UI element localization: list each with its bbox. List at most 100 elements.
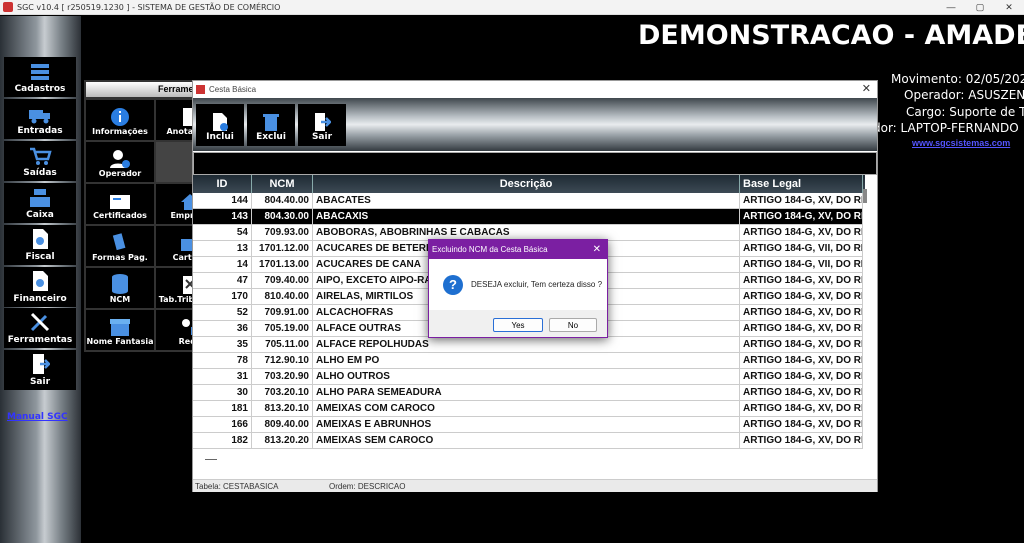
sidebar-item-label: Caixa	[26, 210, 54, 220]
sidebar-item-label: Entradas	[17, 126, 63, 136]
payment-icon	[112, 233, 126, 251]
table-row[interactable]: 143 804.30.00 ABACAXIS ARTIGO 184-G, XV, DO…	[193, 209, 863, 225]
cell-id: 182	[193, 433, 252, 449]
cell-ncm: 703.20.90	[252, 369, 313, 385]
table-row[interactable]: 35 705.11.00 ALFACE REPOLHUDAS ARTIGO 184-G…	[193, 337, 863, 353]
sidebar-item-caixa[interactable]: Caixa	[4, 183, 76, 223]
table-row[interactable]: 78 712.90.10 ALHO EM PO ARTIGO 184-G, XV, D…	[193, 353, 863, 369]
computer-name: dor: LAPTOP-FERNANDO	[873, 121, 1019, 135]
table-row[interactable]: 182 813.20.20 AMEIXAS SEM CAROCO ARTIGO 184…	[193, 433, 863, 449]
cell-descricao: ALHO PARA SEMEADURA	[313, 385, 740, 401]
sidebar-item-ferramentas[interactable]: Ferramentas	[4, 308, 76, 348]
sidebar-item-sair[interactable]: Sair	[4, 350, 76, 390]
sidebar-item-label: Ferramentas	[7, 335, 73, 345]
cell-descricao: AMEIXAS SEM CAROCO	[313, 433, 740, 449]
sidebar-item-financeiro[interactable]: Financeiro	[4, 267, 76, 307]
cell-descricao: AMEIXAS COM CAROCO	[313, 401, 740, 417]
trash-icon	[263, 114, 279, 131]
truck-icon	[29, 110, 50, 124]
manual-link[interactable]: Manual SGC	[7, 412, 68, 422]
cell-base-legal: ARTIGO 184-G, VII, DO RI	[740, 241, 863, 257]
cesta-toolbar: Inclui Exclui Sair	[193, 98, 877, 151]
minimize-button[interactable]: —	[937, 0, 965, 15]
website-link[interactable]: www.sgcsistemas.com	[912, 138, 1010, 148]
movimento-date: Movimento: 02/05/2025	[891, 72, 1024, 86]
cesta-titlebar: Cesta Básica ✕	[193, 81, 877, 97]
main-sidebar: Cadastros Entradas Saídas Caixa Fiscal F…	[0, 16, 81, 543]
sidebar-item-entradas[interactable]: Entradas	[4, 99, 76, 139]
col-id-header[interactable]: ID	[193, 175, 252, 193]
sidebar-item-label: Fiscal	[25, 252, 55, 262]
tool-certificados-button[interactable]: Certificados	[86, 184, 154, 224]
table-row[interactable]: 181 813.20.10 AMEIXAS COM CAROCO ARTIGO 184…	[193, 401, 863, 417]
inclui-label: Inclui	[206, 132, 234, 142]
grid-scrollbar[interactable]	[863, 189, 867, 203]
sair-button[interactable]: Sair	[298, 104, 346, 146]
cesta-title: Cesta Básica	[209, 84, 257, 94]
cell-descricao: AMEIXAS E ABRUNHOS	[313, 417, 740, 433]
exclui-button[interactable]: Exclui	[247, 104, 295, 146]
sidebar-item-saidas[interactable]: Saídas	[4, 141, 76, 181]
status-ordem: Ordem: DESCRICAO	[329, 482, 406, 491]
tool-label: Certificados	[93, 211, 147, 220]
cart-icon	[30, 147, 52, 165]
cell-ncm: 813.20.20	[252, 433, 313, 449]
table-row[interactable]: 144 804.40.00 ABACATES ARTIGO 184-G, XV, DO…	[193, 193, 863, 209]
cell-base-legal: ARTIGO 184-G, XV, DO RI	[740, 305, 863, 321]
window-icon	[196, 84, 205, 94]
col-base-legal-header[interactable]: Base Legal	[740, 175, 863, 193]
exit-door-icon	[33, 354, 50, 374]
cell-id: 35	[193, 337, 252, 353]
cell-ncm: 804.40.00	[252, 193, 313, 209]
window-titlebar: SGC v10.4 [ r250519.1230 ] - SISTEMA DE …	[0, 0, 1024, 15]
app-icon	[3, 2, 13, 12]
cell-base-legal: ARTIGO 184-G, XV, DO RI	[740, 273, 863, 289]
cell-id: 47	[193, 273, 252, 289]
cell-id: 144	[193, 193, 252, 209]
no-button[interactable]: No	[549, 318, 597, 332]
table-row[interactable]: 166 809.40.00 AMEIXAS E ABRUNHOS ARTIGO 184…	[193, 417, 863, 433]
cell-descricao: ALHO OUTROS	[313, 369, 740, 385]
tool-ncm-button[interactable]: NCM	[86, 268, 154, 308]
table-row[interactable]: 31 703.20.90 ALHO OUTROS ARTIGO 184-G, XV, …	[193, 369, 863, 385]
cesta-close-button[interactable]: ✕	[862, 82, 871, 95]
cell-base-legal: ARTIGO 184-G, XV, DO RI	[740, 353, 863, 369]
cell-descricao: ABACATES	[313, 193, 740, 209]
dialog-message: DESEJA excluir, Tem certeza disso ?	[471, 280, 603, 289]
cell-ncm: 712.90.10	[252, 353, 313, 369]
cell-ncm: 705.11.00	[252, 337, 313, 353]
tool-nome-fantasia-button[interactable]: Nome Fantasia	[86, 310, 154, 350]
restore-button[interactable]: ▢	[966, 0, 994, 15]
cash-register-icon	[30, 189, 50, 207]
tool-formas-pag-button[interactable]: Formas Pag.	[86, 226, 154, 266]
sidebar-item-fiscal[interactable]: Fiscal	[4, 225, 76, 265]
tool-operador-button[interactable]: Operador	[86, 142, 154, 182]
status-tabela: Tabela: CESTABASICA	[195, 482, 279, 491]
cell-ncm: 813.20.10	[252, 401, 313, 417]
yes-button[interactable]: Yes	[493, 318, 543, 332]
tool-informacoes-button[interactable]: Informações	[86, 100, 154, 140]
col-descricao-header[interactable]: Descrição	[313, 175, 740, 193]
cell-id: 78	[193, 353, 252, 369]
table-row[interactable]: 30 703.20.10 ALHO PARA SEMEADURA ARTIGO 184…	[193, 385, 863, 401]
col-ncm-header[interactable]: NCM	[252, 175, 313, 193]
dialog-title: Excluindo NCM da Cesta Básica	[429, 240, 607, 259]
exclui-label: Exclui	[256, 132, 286, 142]
dialog-close-button[interactable]: ✕	[593, 240, 601, 259]
close-window-button[interactable]: ✕	[995, 0, 1023, 15]
sidebar-item-cadastros[interactable]: Cadastros	[4, 57, 76, 97]
search-input[interactable]	[193, 152, 877, 175]
cell-ncm: 709.91.00	[252, 305, 313, 321]
sidebar-item-label: Sair	[29, 377, 51, 387]
cell-ncm: 804.30.00	[252, 209, 313, 225]
cell-id: 13	[193, 241, 252, 257]
grid-header: ID NCM Descrição Base Legal	[193, 175, 865, 193]
cell-ncm: 709.93.00	[252, 225, 313, 241]
operator-role: Cargo: Suporte de TI	[906, 105, 1024, 119]
document-dollar-icon	[33, 229, 48, 249]
inclui-button[interactable]: Inclui	[196, 104, 244, 146]
cell-ncm: 703.20.10	[252, 385, 313, 401]
cell-descricao: ABACAXIS	[313, 209, 740, 225]
cell-base-legal: ARTIGO 184-G, XV, DO RI	[740, 209, 863, 225]
document-dollar-icon	[33, 271, 48, 291]
